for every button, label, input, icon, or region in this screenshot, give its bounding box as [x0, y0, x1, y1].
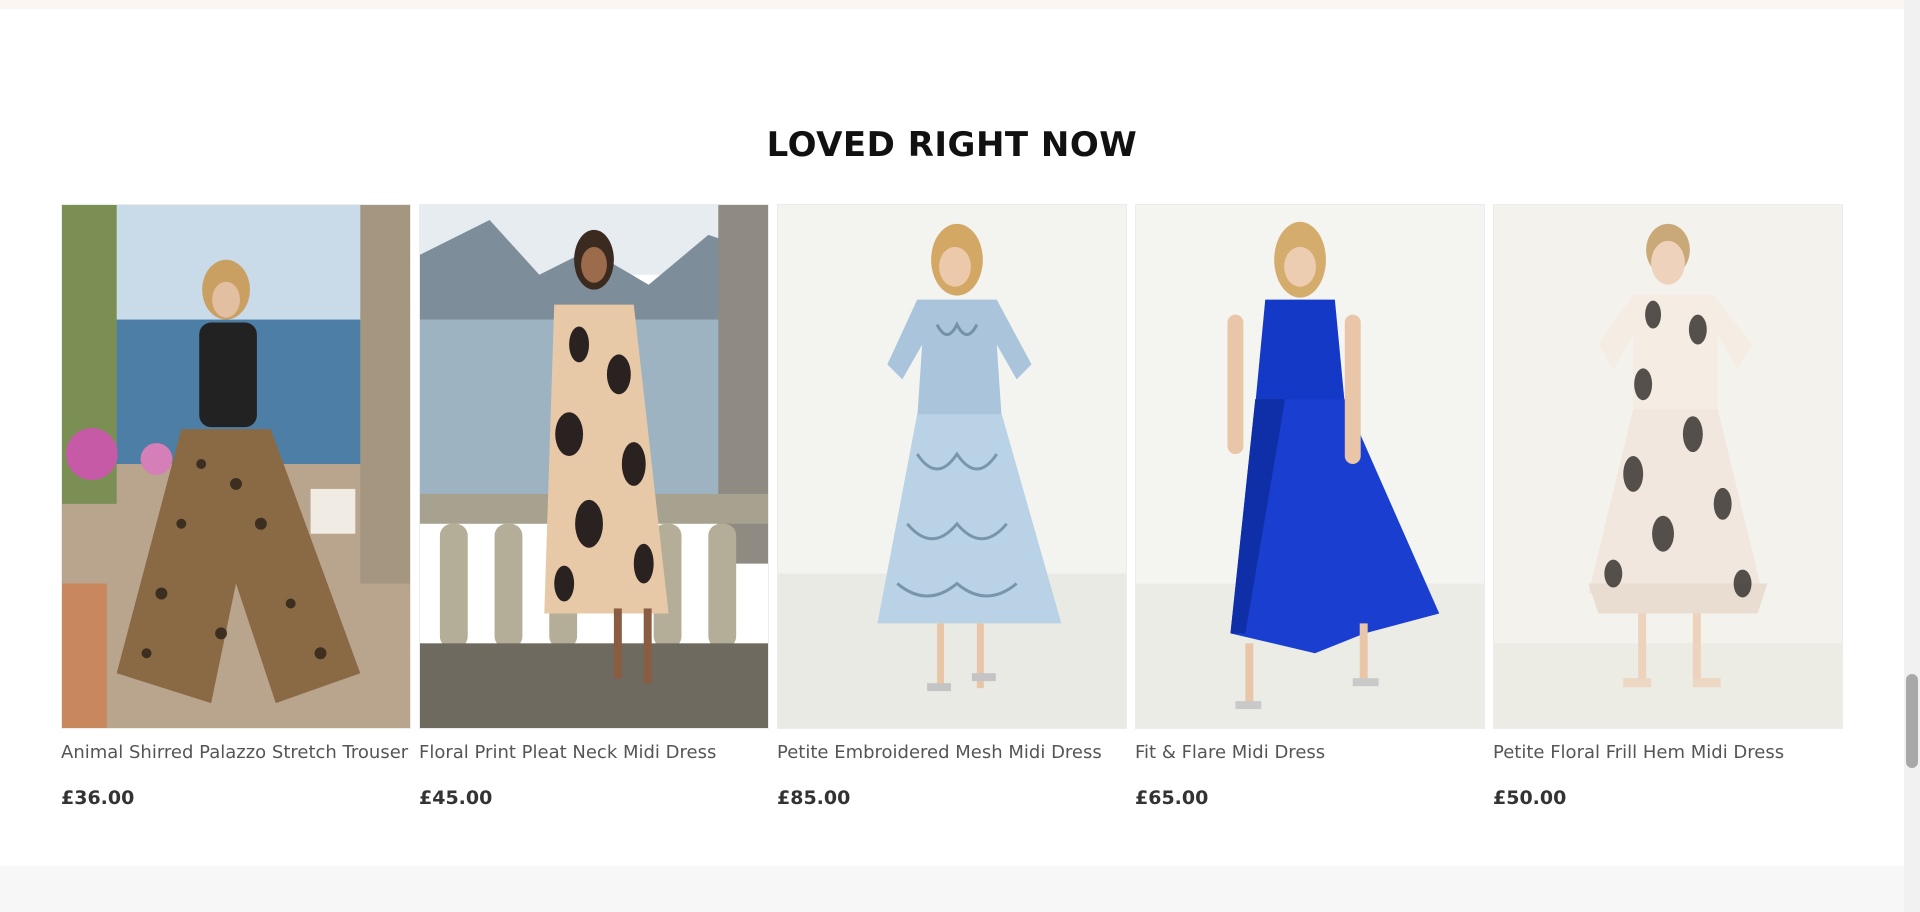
section-title: LOVED RIGHT NOW [766, 125, 1138, 165]
bottom-band [0, 866, 1904, 912]
product-grid: Animal Shirred Palazzo Stretch Trouser £… [61, 204, 1843, 824]
product-image[interactable] [419, 204, 769, 729]
product-card[interactable]: Petite Floral Frill Hem Midi Dress £50.0… [1493, 204, 1843, 824]
product-name[interactable]: Petite Embroidered Mesh Midi Dress [777, 742, 1127, 763]
product-price: £45.00 [419, 787, 493, 809]
product-card[interactable]: Animal Shirred Palazzo Stretch Trouser £… [61, 204, 411, 824]
product-card[interactable]: Fit & Flare Midi Dress £65.00 [1135, 204, 1485, 824]
product-name[interactable]: Petite Floral Frill Hem Midi Dress [1493, 742, 1843, 763]
product-image[interactable] [1135, 204, 1485, 729]
product-image[interactable] [777, 204, 1127, 729]
scrollbar-thumb[interactable] [1906, 674, 1918, 768]
loved-right-now-section: LOVED RIGHT NOW Animal Shirred Palazzo S… [0, 9, 1904, 866]
top-strip [0, 0, 1904, 9]
product-card[interactable]: Floral Print Pleat Neck Midi Dress £45.0… [419, 204, 769, 824]
product-photo-icon [420, 205, 768, 728]
product-price: £65.00 [1135, 787, 1209, 809]
product-price: £50.00 [1493, 787, 1567, 809]
product-image[interactable] [61, 204, 411, 729]
product-name[interactable]: Animal Shirred Palazzo Stretch Trouser [61, 742, 411, 763]
product-price: £85.00 [777, 787, 851, 809]
product-price: £36.00 [61, 787, 135, 809]
product-name[interactable]: Floral Print Pleat Neck Midi Dress [419, 742, 769, 763]
product-image[interactable] [1493, 204, 1843, 729]
product-photo-icon [62, 205, 410, 728]
product-photo-icon [1136, 205, 1484, 728]
product-photo-icon [778, 205, 1126, 728]
product-card[interactable]: Petite Embroidered Mesh Midi Dress £85.0… [777, 204, 1127, 824]
vertical-scrollbar[interactable] [1904, 0, 1920, 912]
product-photo-icon [1494, 205, 1842, 728]
product-name[interactable]: Fit & Flare Midi Dress [1135, 742, 1485, 763]
